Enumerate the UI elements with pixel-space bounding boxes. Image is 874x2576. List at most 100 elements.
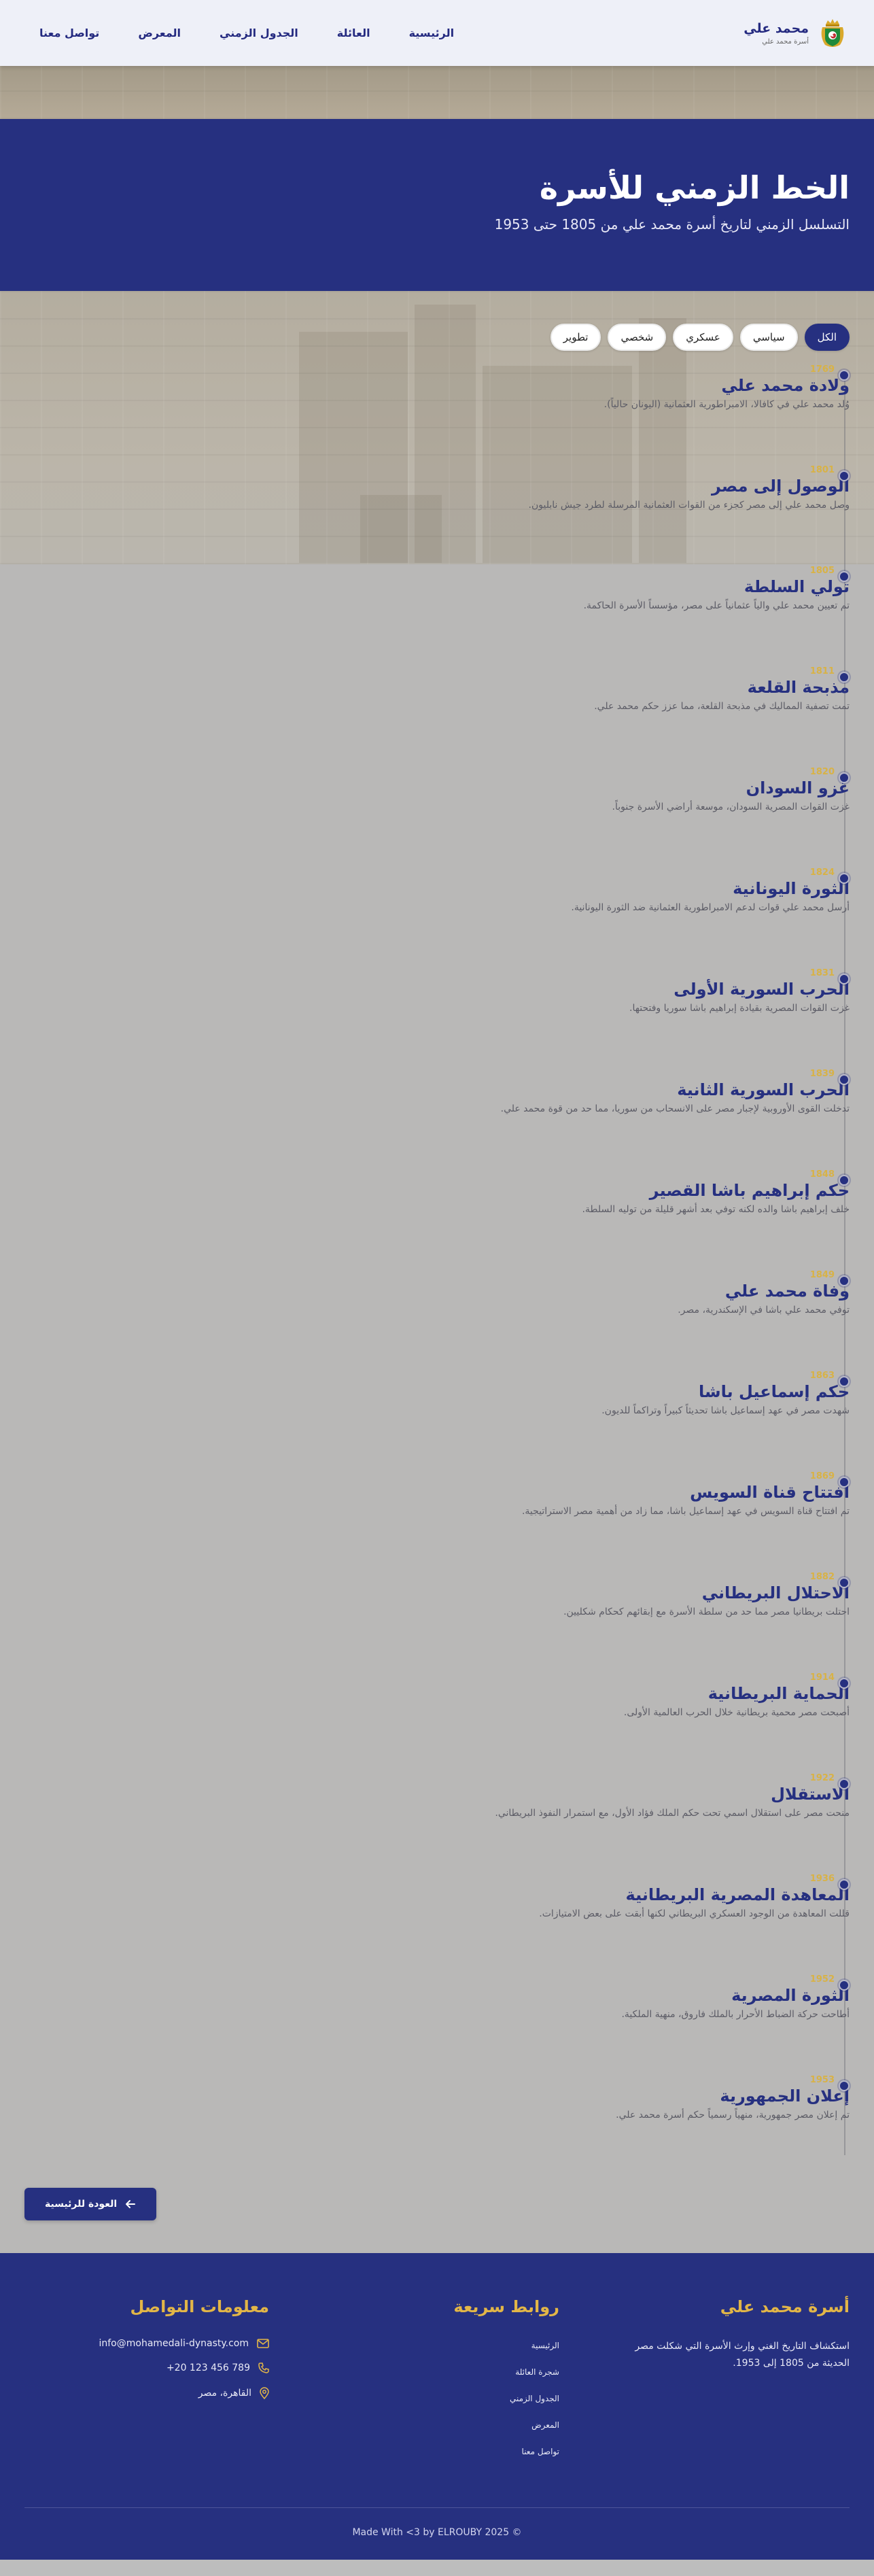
event-year: 1820 [809,767,835,777]
event-year: 1848 [809,1169,835,1180]
footer-about: أسرة محمد علي استكشاف التاريخ الغني وإرث… [605,2297,850,2471]
timeline-dot-icon [839,974,850,984]
timeline-event: 1805 تولي السلطة تم تعيين محمد علي والياً … [24,566,850,666]
brand-name: محمد علي [744,20,809,36]
event-title: ولادة محمد علي [721,376,850,395]
timeline-dot-icon [839,1779,850,1789]
timeline-event: 1952 الثورة المصرية أطاحت حركة الضباط الأح… [24,1974,850,2075]
filter-personal-button[interactable]: شخصي [608,324,667,351]
event-description: منحت مصر على استقلال اسمي تحت حكم الملك … [495,1808,850,1819]
event-year: 1769 [809,364,835,375]
timeline-dot-icon [839,1980,850,1991]
event-title: المعاهدة المصرية البريطانية [625,1885,850,1904]
timeline-event: 1849 وفاة محمد علي توفي محمد علي باشا في ا… [24,1270,850,1371]
timeline-dot-icon [839,772,850,783]
timeline-event: 1936 المعاهدة المصرية البريطانية قللت المع… [24,1874,850,1974]
event-description: وُلد محمد علي في كافالا، الامبراطورية ال… [604,399,850,411]
footer-about-text: استكشاف التاريخ الغني وإرث الأسرة التي ش… [635,2341,850,2369]
event-year: 1953 [809,2075,835,2085]
filter-bar: الكل سياسي عسكري شخصي تطوير [24,324,850,351]
contact-phone[interactable]: +20 123 456 789 [167,2363,250,2373]
event-description: خلف إبراهيم باشا والده لكنه توفي بعد أشه… [582,1204,850,1216]
event-description: تم تعيين محمد علي والياً عثمانياً على مص… [583,600,850,612]
footer-contact: معلومات التواصل info@mohamedali-dynasty.… [24,2297,269,2471]
event-description: غزت القوات المصرية السودان، موسعة أراضي … [612,802,850,813]
location-pin-icon [260,2387,269,2399]
event-year: 1824 [809,868,835,878]
event-title: افتتاح قناة السويس [690,1483,850,1502]
timeline-event: 1811 مذبحة القلعة تمت تصفية المماليك في مذ… [24,666,850,767]
timeline-dot-icon [839,1879,850,1890]
timeline-event: 1769 ولادة محمد علي وُلد محمد علي في كافال… [24,364,850,465]
timeline-event: 1882 الاحتلال البريطاني احتلت بريطانيا مصر… [24,1572,850,1672]
contact-address: القاهرة، مصر [198,2388,251,2399]
phone-icon [258,2363,269,2373]
timeline-event: 1914 الحماية البريطانية أصبحت مصر محمية بر… [24,1672,850,1773]
footer-link-gallery[interactable]: المعرض [531,2420,559,2430]
timeline-dot-icon [839,1275,850,1286]
event-description: تدخلت القوى الأوروبية لإجبار مصر على الا… [500,1103,850,1115]
brand[interactable]: محمد علي أسرة محمد علي [744,16,850,50]
event-description: احتلت بريطانيا مصر مما حد من سلطة الأسرة… [563,1607,850,1618]
timeline-event: 1824 الثورة اليونانية أرسل محمد علي قوات ل… [24,868,850,968]
timeline-event: 1839 الحرب السورية الثانية تدخلت القوى الأ… [24,1069,850,1169]
nav-gallery[interactable]: المعرض [138,27,181,39]
event-year: 1849 [809,1270,835,1280]
site-footer: أسرة محمد علي استكشاف التاريخ الغني وإرث… [0,2253,874,2560]
event-title: الحرب السورية الأولى [674,980,850,999]
event-description: أطاحت حركة الضباط الأحرار بالملك فاروق، … [621,2009,850,2021]
footer-link-home[interactable]: الرئيسية [531,2341,559,2350]
hero-banner: الخط الزمني للأسرة التسلسل الزمني لتاريخ… [0,119,874,291]
timeline-event: 1922 الاستقلال منحت مصر على استقلال اسمي ت… [24,1773,850,1874]
footer-link-contact[interactable]: تواصل معنا [522,2447,559,2456]
timeline-dot-icon [839,1175,850,1186]
nav-home[interactable]: الرئيسية [409,27,455,39]
page-subtitle: التسلسل الزمني لتاريخ أسرة محمد علي من 1… [494,216,850,233]
event-description: وصل محمد علي إلى مصر كجزء من القوات العث… [528,500,850,511]
event-title: الاستقلال [771,1785,850,1804]
email-icon [257,2339,269,2348]
timeline-event: 1869 افتتاح قناة السويس تم افتتاح قناة الس… [24,1471,850,1572]
timeline-dot-icon [839,2080,850,2091]
timeline-dot-icon [839,470,850,481]
timeline-dot-icon [839,873,850,884]
footer-link-family-tree[interactable]: شجرة العائلة [515,2367,559,2377]
timeline-event: 1863 حكم إسماعيل باشا شهدت مصر في عهد إسما… [24,1371,850,1471]
timeline-section: الكل سياسي عسكري شخصي تطوير 1769 ولادة مح… [0,291,874,2253]
nav-family[interactable]: العائلة [337,27,370,39]
event-title: مذبحة القلعة [747,678,850,697]
timeline-event: 1831 الحرب السورية الأولى غزت القوات المصر… [24,968,850,1069]
event-year: 1839 [809,1069,835,1079]
event-year: 1936 [809,1874,835,1884]
contact-email[interactable]: info@mohamedali-dynasty.com [99,2338,249,2349]
footer-links-title: روابط سريعة [453,2297,559,2316]
event-year: 1922 [809,1773,835,1783]
brand-subtitle: أسرة محمد علي [762,37,809,46]
footer-link-timeline[interactable]: الجدول الزمني [510,2394,559,2403]
timeline-event: 1953 إعلان الجمهورية تم إعلان مصر جمهورية،… [24,2075,850,2176]
timeline-events: 1769 ولادة محمد علي وُلد محمد علي في كافال… [24,364,850,2176]
event-description: قللت المعاهدة من الوجود العسكري البريطان… [539,1908,850,1920]
event-title: الحماية البريطانية [707,1684,850,1703]
main-nav: الرئيسية العائلة الجدول الزمني المعرض تو… [39,27,454,39]
nav-timeline[interactable]: الجدول الزمني [220,27,298,39]
page-title: الخط الزمني للأسرة [539,169,850,206]
timeline-event: 1801 الوصول إلى مصر وصل محمد علي إلى مصر ك… [24,465,850,566]
event-year: 1952 [809,1974,835,1985]
event-title: الثورة المصرية [731,1986,850,2005]
event-year: 1914 [809,1672,835,1683]
back-home-button[interactable]: العودة للرئيسية [24,2188,157,2220]
event-description: تمت تصفية المماليك في مذبحة القلعة، مما … [594,701,850,712]
filter-all-button[interactable]: الكل [804,324,850,351]
filter-development-button[interactable]: تطوير [550,324,601,351]
event-title: تولي السلطة [744,577,850,596]
timeline-dot-icon [839,571,850,582]
nav-contact[interactable]: تواصل معنا [39,27,99,39]
event-title: الحرب السورية الثانية [677,1080,850,1099]
event-title: إعلان الجمهورية [720,2086,850,2106]
timeline-event: 1820 غزو السودان غزت القوات المصرية السودا… [24,767,850,868]
event-title: غزو السودان [746,778,850,797]
event-title: وفاة محمد علي [724,1282,850,1301]
filter-military-button[interactable]: عسكري [673,324,733,351]
filter-political-button[interactable]: سياسي [739,324,798,351]
